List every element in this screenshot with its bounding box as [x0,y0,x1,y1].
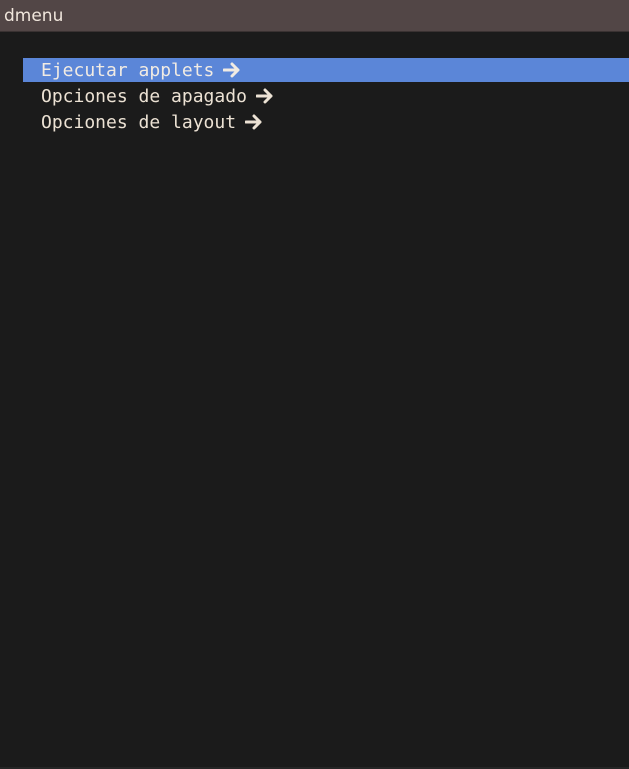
menu-item-label: Opciones de layout [41,111,237,133]
arrow-right-icon [223,62,241,78]
title-bar: dmenu [0,0,629,32]
menu-item-label: Opciones de apagado [41,85,247,107]
arrow-right-icon [255,88,274,104]
arrow-right-icon [245,114,263,130]
menu-item-ejecutar-applets[interactable]: Ejecutar applets [23,58,629,82]
dmenu-window: dmenu Ejecutar applets Opciones de apaga… [0,0,629,769]
menu-item-opciones-apagado[interactable]: Opciones de apagado [23,84,629,108]
menu-item-opciones-layout[interactable]: Opciones de layout [23,110,629,134]
window-title: dmenu [4,6,64,26]
menu-item-label: Ejecutar applets [41,59,215,81]
menu-list: Ejecutar applets Opciones de apagado Opc… [23,58,629,136]
